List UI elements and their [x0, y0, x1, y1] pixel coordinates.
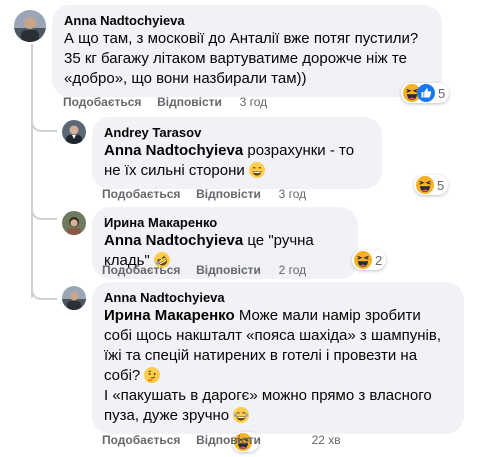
grin-emoji-icon	[249, 162, 265, 178]
comment-actions: Подобається Відповісти 22 хв	[102, 432, 341, 448]
reply-button[interactable]: Відповісти	[196, 433, 261, 447]
avatar[interactable]	[62, 286, 86, 310]
thread-elbow	[31, 196, 57, 220]
haha-icon	[354, 251, 372, 269]
reply-button[interactable]: Відповісти	[196, 263, 261, 277]
reactions-summary[interactable]: 2	[352, 250, 387, 270]
avatar[interactable]	[62, 211, 86, 235]
comment-author[interactable]: Anna Nadtochyieva	[104, 290, 452, 306]
like-icon	[417, 84, 435, 102]
mention-link[interactable]: Ирина Макаренко	[104, 307, 235, 324]
reaction-count: 2	[375, 252, 383, 268]
thread-elbow	[31, 108, 57, 132]
comment-text: Ирина Макаренко Може мали намір зробити …	[104, 307, 442, 384]
like-button[interactable]: Подобається	[102, 263, 180, 277]
comment-bubble: Anna Nadtochyieva А що там, з московії д…	[52, 5, 442, 97]
comment-time[interactable]: 22 хв	[312, 433, 341, 447]
comment-actions: Подобається Відповісти 2 год	[102, 262, 306, 278]
comment-text: А що там, з московії до Анталії вже потя…	[64, 30, 419, 87]
like-button[interactable]: Подобається	[102, 187, 180, 201]
like-button[interactable]: Подобається	[63, 95, 141, 109]
mention-link[interactable]: Anna Nadtochyieva	[104, 142, 243, 159]
comment-actions: Подобається Відповісти 3 год	[102, 186, 306, 202]
comment-text-line2: І «пакушать в дарогє» можно прямо з влас…	[104, 387, 432, 424]
reaction-count: 5	[438, 85, 446, 101]
comment-author[interactable]: Andrey Tarasov	[104, 125, 370, 141]
avatar[interactable]	[14, 10, 46, 42]
thread-line	[31, 44, 33, 298]
comment-time[interactable]: 3 год	[279, 187, 307, 201]
avatar[interactable]	[62, 120, 86, 144]
reaction-count: 5	[437, 177, 445, 193]
comment-time[interactable]: 3 год	[240, 95, 268, 109]
laugh-emoji-icon	[233, 407, 249, 423]
comment-time[interactable]: 2 год	[279, 263, 307, 277]
comment-bubble: Andrey Tarasov Anna Nadtochyieva розраху…	[92, 117, 382, 189]
comment-actions: Подобається Відповісти 3 год	[63, 94, 267, 110]
reactions-summary[interactable]: 5	[401, 83, 450, 103]
comment-author[interactable]: Anna Nadtochyieva	[64, 13, 430, 29]
like-button[interactable]: Подобається	[102, 433, 180, 447]
comment-bubble: Anna Nadtochyieva Ирина Макаренко Може м…	[92, 282, 464, 434]
comment-text: Anna Nadtochyieva розрахунки - то не їх …	[104, 142, 355, 179]
thinking-emoji-icon	[144, 367, 160, 383]
reply-button[interactable]: Відповісти	[196, 187, 261, 201]
reply-button[interactable]: Відповісти	[157, 95, 222, 109]
reactions-summary[interactable]: 5	[414, 175, 449, 195]
thread-elbow	[31, 276, 57, 300]
mention-link[interactable]: Anna Nadtochyieva	[104, 232, 243, 249]
comment-author[interactable]: Ирина Макаренко	[104, 215, 346, 231]
haha-icon	[416, 176, 434, 194]
